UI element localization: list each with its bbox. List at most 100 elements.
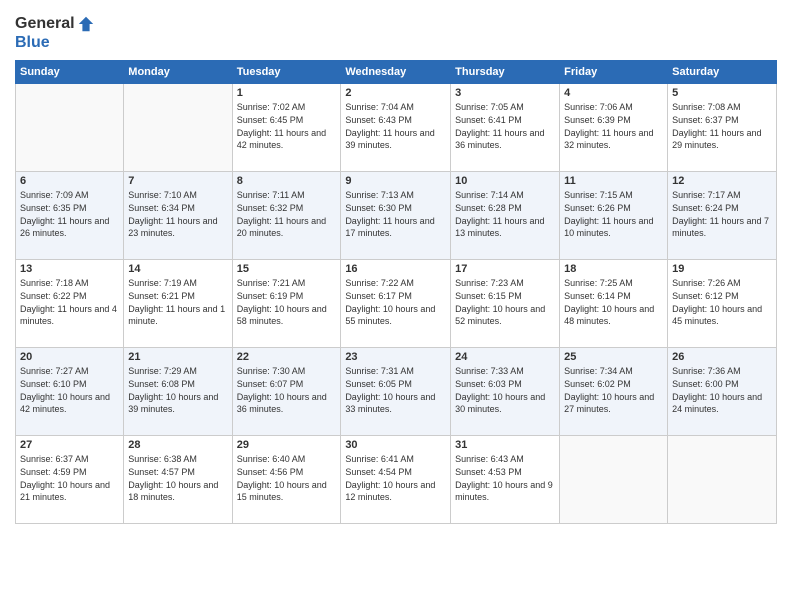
weekday-header-saturday: Saturday xyxy=(668,61,777,84)
calendar-cell: 6 Sunrise: 7:09 AM Sunset: 6:35 PM Daylig… xyxy=(16,172,124,260)
day-info: Sunrise: 7:29 AM Sunset: 6:08 PM Dayligh… xyxy=(128,365,227,415)
calendar-cell: 22 Sunrise: 7:30 AM Sunset: 6:07 PM Dayli… xyxy=(232,348,341,436)
day-info: Sunrise: 7:09 AM Sunset: 6:35 PM Dayligh… xyxy=(20,189,119,239)
calendar-cell: 16 Sunrise: 7:22 AM Sunset: 6:17 PM Dayli… xyxy=(341,260,451,348)
weekday-header-thursday: Thursday xyxy=(451,61,560,84)
day-info: Sunrise: 7:21 AM Sunset: 6:19 PM Dayligh… xyxy=(237,277,337,327)
day-info: Sunrise: 6:37 AM Sunset: 4:59 PM Dayligh… xyxy=(20,453,119,503)
calendar-cell xyxy=(560,436,668,524)
calendar-cell: 28 Sunrise: 6:38 AM Sunset: 4:57 PM Dayli… xyxy=(124,436,232,524)
day-info: Sunrise: 7:10 AM Sunset: 6:34 PM Dayligh… xyxy=(128,189,227,239)
day-number: 2 xyxy=(345,87,446,99)
logo: General Blue xyxy=(15,14,95,52)
day-info: Sunrise: 7:02 AM Sunset: 6:45 PM Dayligh… xyxy=(237,101,337,151)
day-info: Sunrise: 6:41 AM Sunset: 4:54 PM Dayligh… xyxy=(345,453,446,503)
calendar-cell: 29 Sunrise: 6:40 AM Sunset: 4:56 PM Dayli… xyxy=(232,436,341,524)
calendar-cell: 30 Sunrise: 6:41 AM Sunset: 4:54 PM Dayli… xyxy=(341,436,451,524)
day-number: 31 xyxy=(455,439,555,451)
day-number: 27 xyxy=(20,439,119,451)
day-info: Sunrise: 7:23 AM Sunset: 6:15 PM Dayligh… xyxy=(455,277,555,327)
calendar-cell: 9 Sunrise: 7:13 AM Sunset: 6:30 PM Daylig… xyxy=(341,172,451,260)
weekday-header-friday: Friday xyxy=(560,61,668,84)
calendar-cell: 17 Sunrise: 7:23 AM Sunset: 6:15 PM Dayli… xyxy=(451,260,560,348)
day-info: Sunrise: 7:34 AM Sunset: 6:02 PM Dayligh… xyxy=(564,365,663,415)
day-info: Sunrise: 7:14 AM Sunset: 6:28 PM Dayligh… xyxy=(455,189,555,239)
day-number: 10 xyxy=(455,175,555,187)
day-number: 4 xyxy=(564,87,663,99)
day-number: 13 xyxy=(20,263,119,275)
calendar-cell: 3Sunrise: 7:05 AM Sunset: 6:41 PM Daylig… xyxy=(451,84,560,172)
calendar-week-5: 27 Sunrise: 6:37 AM Sunset: 4:59 PM Dayli… xyxy=(16,436,777,524)
day-number: 6 xyxy=(20,175,119,187)
day-number: 29 xyxy=(237,439,337,451)
day-number: 7 xyxy=(128,175,227,187)
calendar-cell: 2Sunrise: 7:04 AM Sunset: 6:43 PM Daylig… xyxy=(341,84,451,172)
calendar-cell: 12Sunrise: 7:17 AM Sunset: 6:24 PM Dayli… xyxy=(668,172,777,260)
weekday-header-sunday: Sunday xyxy=(16,61,124,84)
day-info: Sunrise: 7:18 AM Sunset: 6:22 PM Dayligh… xyxy=(20,277,119,327)
calendar-cell: 4 Sunrise: 7:06 AM Sunset: 6:39 PM Daylig… xyxy=(560,84,668,172)
calendar-cell: 26 Sunrise: 7:36 AM Sunset: 6:00 PM Dayli… xyxy=(668,348,777,436)
calendar-cell: 23 Sunrise: 7:31 AM Sunset: 6:05 PM Dayli… xyxy=(341,348,451,436)
day-number: 15 xyxy=(237,263,337,275)
day-info: Sunrise: 7:17 AM Sunset: 6:24 PM Dayligh… xyxy=(672,189,772,239)
day-info: Sunrise: 7:36 AM Sunset: 6:00 PM Dayligh… xyxy=(672,365,772,415)
calendar-cell: 14Sunrise: 7:19 AM Sunset: 6:21 PM Dayli… xyxy=(124,260,232,348)
calendar-week-2: 6 Sunrise: 7:09 AM Sunset: 6:35 PM Daylig… xyxy=(16,172,777,260)
day-info: Sunrise: 7:15 AM Sunset: 6:26 PM Dayligh… xyxy=(564,189,663,239)
calendar-cell: 13 Sunrise: 7:18 AM Sunset: 6:22 PM Dayli… xyxy=(16,260,124,348)
day-number: 30 xyxy=(345,439,446,451)
calendar-cell: 15 Sunrise: 7:21 AM Sunset: 6:19 PM Dayli… xyxy=(232,260,341,348)
calendar-cell: 25 Sunrise: 7:34 AM Sunset: 6:02 PM Dayli… xyxy=(560,348,668,436)
weekday-header-monday: Monday xyxy=(124,61,232,84)
day-number: 11 xyxy=(564,175,663,187)
day-info: Sunrise: 6:40 AM Sunset: 4:56 PM Dayligh… xyxy=(237,453,337,503)
calendar-cell: 31Sunrise: 6:43 AM Sunset: 4:53 PM Dayli… xyxy=(451,436,560,524)
calendar-cell: 27 Sunrise: 6:37 AM Sunset: 4:59 PM Dayli… xyxy=(16,436,124,524)
day-info: Sunrise: 7:22 AM Sunset: 6:17 PM Dayligh… xyxy=(345,277,446,327)
weekday-header-wednesday: Wednesday xyxy=(341,61,451,84)
day-number: 25 xyxy=(564,351,663,363)
calendar-week-1: 1 Sunrise: 7:02 AM Sunset: 6:45 PM Daylig… xyxy=(16,84,777,172)
day-info: Sunrise: 7:08 AM Sunset: 6:37 PM Dayligh… xyxy=(672,101,772,151)
calendar-week-3: 13 Sunrise: 7:18 AM Sunset: 6:22 PM Dayli… xyxy=(16,260,777,348)
calendar-cell xyxy=(124,84,232,172)
calendar-cell xyxy=(16,84,124,172)
calendar-week-4: 20Sunrise: 7:27 AM Sunset: 6:10 PM Dayli… xyxy=(16,348,777,436)
calendar-cell: 1 Sunrise: 7:02 AM Sunset: 6:45 PM Daylig… xyxy=(232,84,341,172)
calendar-cell: 19 Sunrise: 7:26 AM Sunset: 6:12 PM Dayli… xyxy=(668,260,777,348)
calendar-cell: 8 Sunrise: 7:11 AM Sunset: 6:32 PM Daylig… xyxy=(232,172,341,260)
calendar-cell: 21 Sunrise: 7:29 AM Sunset: 6:08 PM Dayli… xyxy=(124,348,232,436)
day-number: 24 xyxy=(455,351,555,363)
day-info: Sunrise: 7:30 AM Sunset: 6:07 PM Dayligh… xyxy=(237,365,337,415)
day-info: Sunrise: 7:06 AM Sunset: 6:39 PM Dayligh… xyxy=(564,101,663,151)
day-info: Sunrise: 6:38 AM Sunset: 4:57 PM Dayligh… xyxy=(128,453,227,503)
day-info: Sunrise: 7:13 AM Sunset: 6:30 PM Dayligh… xyxy=(345,189,446,239)
day-number: 5 xyxy=(672,87,772,99)
day-number: 26 xyxy=(672,351,772,363)
day-info: Sunrise: 7:31 AM Sunset: 6:05 PM Dayligh… xyxy=(345,365,446,415)
day-info: Sunrise: 7:26 AM Sunset: 6:12 PM Dayligh… xyxy=(672,277,772,327)
day-info: Sunrise: 7:11 AM Sunset: 6:32 PM Dayligh… xyxy=(237,189,337,239)
day-number: 28 xyxy=(128,439,227,451)
page-header: General Blue xyxy=(15,10,777,52)
day-info: Sunrise: 7:05 AM Sunset: 6:41 PM Dayligh… xyxy=(455,101,555,151)
day-number: 1 xyxy=(237,87,337,99)
day-number: 14 xyxy=(128,263,227,275)
day-number: 16 xyxy=(345,263,446,275)
day-number: 9 xyxy=(345,175,446,187)
calendar-cell: 24Sunrise: 7:33 AM Sunset: 6:03 PM Dayli… xyxy=(451,348,560,436)
calendar-cell: 20Sunrise: 7:27 AM Sunset: 6:10 PM Dayli… xyxy=(16,348,124,436)
day-number: 21 xyxy=(128,351,227,363)
weekday-header-tuesday: Tuesday xyxy=(232,61,341,84)
calendar-cell xyxy=(668,436,777,524)
day-number: 17 xyxy=(455,263,555,275)
day-number: 22 xyxy=(237,351,337,363)
day-number: 23 xyxy=(345,351,446,363)
day-number: 19 xyxy=(672,263,772,275)
calendar-table: SundayMondayTuesdayWednesdayThursdayFrid… xyxy=(15,60,777,524)
calendar-cell: 11 Sunrise: 7:15 AM Sunset: 6:26 PM Dayli… xyxy=(560,172,668,260)
calendar-cell: 7 Sunrise: 7:10 AM Sunset: 6:34 PM Daylig… xyxy=(124,172,232,260)
day-number: 8 xyxy=(237,175,337,187)
day-info: Sunrise: 7:25 AM Sunset: 6:14 PM Dayligh… xyxy=(564,277,663,327)
